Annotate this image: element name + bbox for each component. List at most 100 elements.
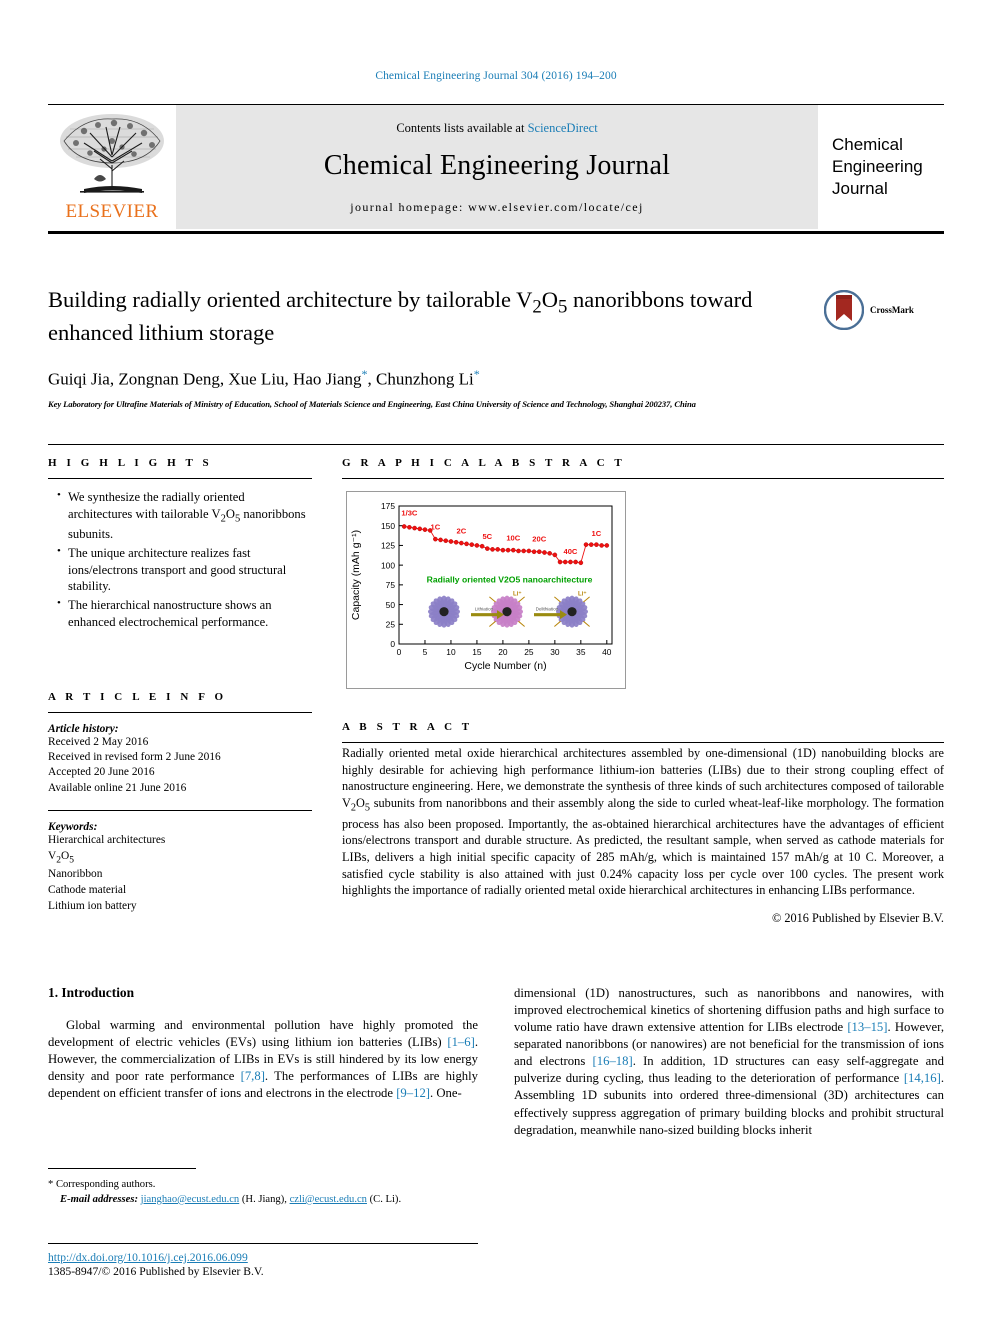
masthead-center: Contents lists available at ScienceDirec… [176,105,818,229]
email-addresses-line: E-mail addresses: jianghao@ecust.edu.cn … [48,1193,478,1208]
data-point [479,543,485,549]
rate-annotation: 1C [592,529,602,538]
data-point [568,559,573,565]
email-owner-1: (H. Jiang), [241,1193,287,1205]
citation-ref[interactable]: [13–15] [847,1020,887,1034]
y-axis-label: Capacity (mAh g⁻¹) [350,530,362,620]
cover-line-2: Engineering [832,157,923,177]
journal-cover-thumb: Chemical Engineering Journal [818,105,944,229]
author-names: Guiqi Jia, Zongnan Deng, Xue Liu, Hao Ji… [48,370,362,390]
history-item: Available online 21 June 2016 [48,781,187,794]
keyword-item: Hierarchical architectures [48,834,166,847]
citation-ref[interactable]: [14,16] [904,1071,941,1085]
list-item: The hierarchical nanostructure shows an … [57,596,312,630]
data-point [417,526,423,532]
y-tick-label: 25 [386,619,396,629]
data-point [578,560,584,566]
rate-annotation: 1/3C [401,508,418,517]
history-item: Accepted 20 June 2016 [48,766,155,779]
rate-annotation: 40C [563,547,577,556]
data-point [443,538,449,543]
citation-ref[interactable]: [9–12] [396,1086,430,1100]
inset-nanoarchitecture [491,595,523,628]
footnote-block: * Corresponding authors. E-mail addresse… [48,1168,478,1208]
data-point [516,548,521,554]
data-point [453,539,459,545]
email-link-jiang[interactable]: jianghao@ecust.edu.cn [141,1194,240,1205]
data-point [536,549,542,555]
x-axis-label: Cycle Number (n) [464,660,546,672]
data-point [401,524,407,529]
crossmark-label: CrossMark [870,305,914,315]
journal-homepage[interactable]: journal homepage: www.elsevier.com/locat… [350,200,643,215]
data-point [448,539,454,544]
data-point [464,541,469,547]
title-block: Building radially oriented architecture … [48,286,944,409]
rate-capability-chart: 0 25 50 75 100 125 150 175 0 5 10 15 20 25 30 35 40 Cycle… [350,501,613,672]
crossmark-badge[interactable]: CrossMark [823,288,928,332]
rate-annotation: 2C [456,527,466,536]
inset-ion-label: Li⁺ [578,591,587,598]
intro-paragraph-left: Global warming and environmental polluti… [48,1018,479,1101]
y-tick-label: 150 [381,521,395,531]
section-heading: 1. Introduction [48,985,135,1000]
x-tick-label: 15 [472,647,482,657]
page-title: Building radially oriented architecture … [48,286,838,347]
inset-ion-label: Li⁺ [513,591,522,598]
cover-line-3: Journal [832,178,888,198]
sciencedirect-link[interactable]: ScienceDirect [528,121,598,135]
x-tick-label: 5 [423,647,428,657]
data-point [573,559,578,565]
data-point [542,550,547,555]
rate-annotation: 20C [532,534,546,543]
citation-ref[interactable]: [1–6] [447,1035,474,1049]
x-tick-label: 20 [498,647,508,657]
abstract-text: Radially oriented metal oxide hierarchic… [342,746,944,898]
data-point [604,543,610,548]
intro-paragraph-right: dimensional (1D) nanostructures, such as… [514,986,944,1137]
x-tick-label: 35 [576,647,586,657]
data-point [490,547,495,552]
data-point [599,543,604,548]
doi-link[interactable]: http://dx.doi.org/10.1016/j.cej.2016.06.… [48,1251,478,1264]
inset-arrow-label: Lithiation [475,607,494,612]
list-item: We synthesize the radially oriented arch… [57,488,312,543]
right-band-column: G R A P H I C A L A B S T R A C T 0 25 50 7… [312,445,944,926]
rate-annotation: 5C [482,532,492,541]
author-names-2: , Chunzhong Li [367,370,474,390]
data-point [474,543,480,548]
running-head: Chemical Engineering Journal 304 (2016) … [375,70,617,82]
data-point [505,547,511,553]
data-point [557,559,563,565]
data-point [469,542,475,547]
inset-nanoarchitecture [428,595,460,628]
crossmark-icon [823,289,865,331]
article-history-label: Article history: [48,722,119,735]
email-link-li[interactable]: czli@ecust.edu.cn [290,1194,367,1205]
highlights-list: We synthesize the radially oriented arch… [48,488,312,631]
corresponding-marker-2[interactable]: * [474,367,480,381]
elsevier-logo: ELSEVIER [48,105,176,229]
data-point [433,536,438,542]
keyword-item: Lithium ion battery [48,899,137,912]
keywords-rule [48,810,312,812]
article-info-heading: A R T I C L E I N F O [48,690,227,703]
data-point [495,547,501,552]
article-info-rule [48,711,312,713]
title-mid: O [541,287,559,312]
data-point [459,540,464,546]
contents-list-line: Contents lists available at ScienceDirec… [396,121,597,136]
data-point [412,525,417,531]
data-point [510,547,516,553]
keyword-item: V2O5 [48,849,74,866]
x-tick-label: 25 [524,647,534,657]
data-point [583,542,589,547]
inset-arrow-label: Delithiation [536,607,559,612]
abstract-copyright: © 2016 Published by Elsevier B.V. [771,911,944,926]
citation-ref[interactable]: [7,8] [241,1069,265,1083]
elsevier-tree-icon [60,114,164,193]
y-tick-label: 100 [381,560,395,570]
citation-ref[interactable]: [16–18] [593,1054,633,1068]
doi-block: http://dx.doi.org/10.1016/j.cej.2016.06.… [48,1243,478,1278]
cover-line-1: Chemical [832,135,903,155]
